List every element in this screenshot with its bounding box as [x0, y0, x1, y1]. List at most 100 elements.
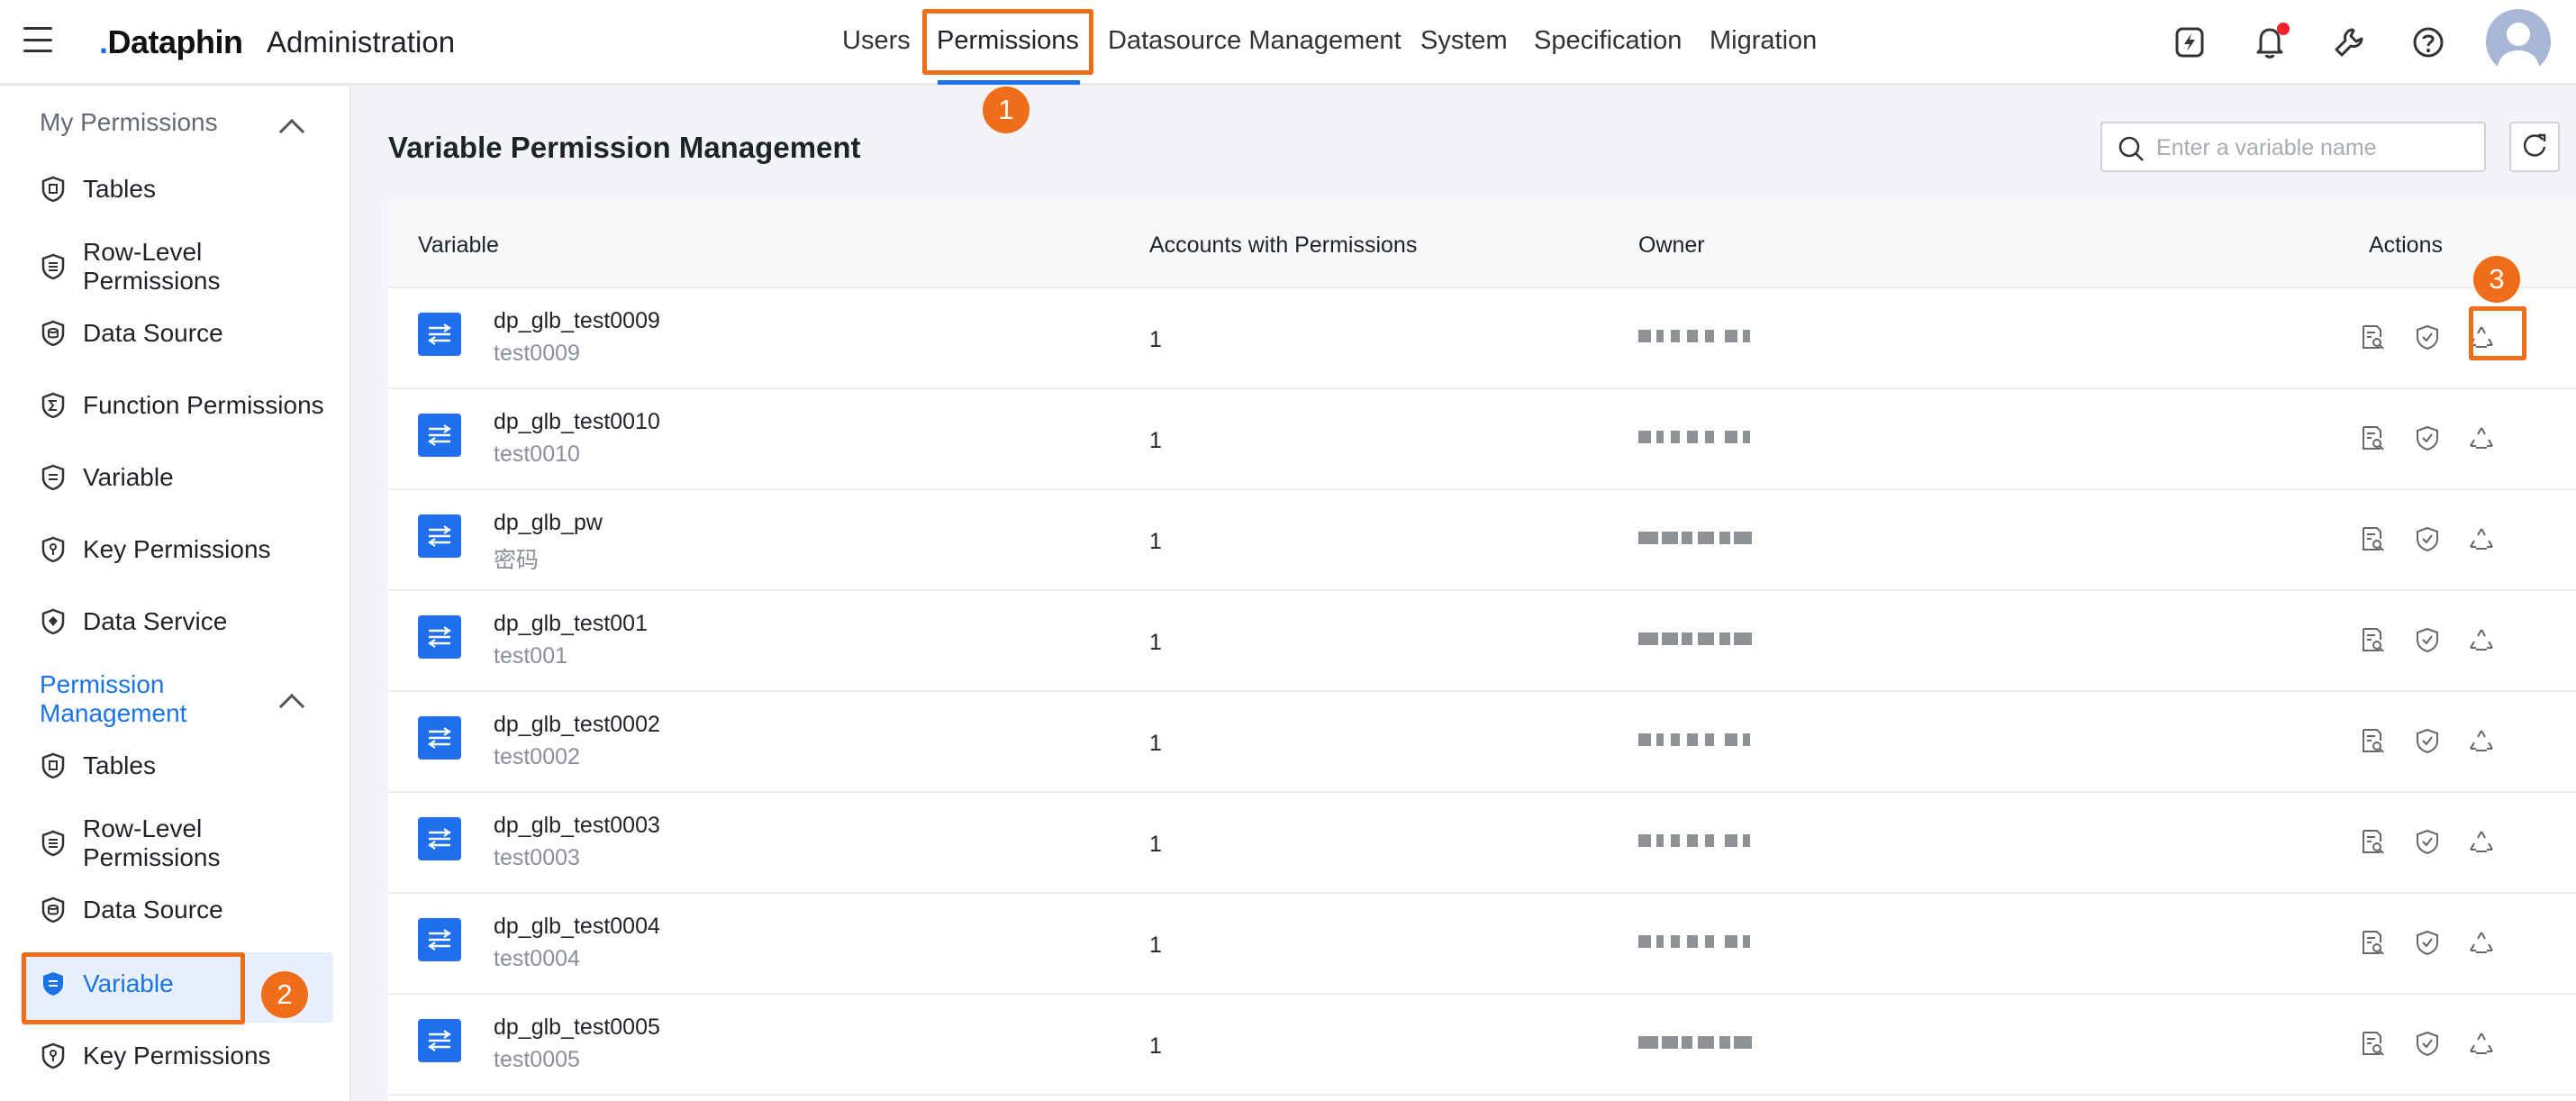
sidebar-item-row-level-permissions[interactable]: Row-Level Permissions — [40, 238, 263, 296]
sidebar-item-tables[interactable]: Tables — [40, 751, 156, 780]
owner-redacted — [1638, 526, 1754, 550]
view-details-icon[interactable] — [2356, 623, 2389, 656]
top-bar: .Dataphin Administration Users Permissio… — [0, 0, 2576, 85]
shield-icon — [40, 970, 67, 997]
shield-check-icon[interactable] — [2411, 926, 2444, 959]
variable-description: test0005 — [494, 1047, 580, 1072]
nav-users[interactable]: Users — [842, 26, 911, 56]
sidebar-item-label: Function Permissions — [83, 391, 324, 419]
sidebar-item-data-service[interactable]: Data Service — [40, 607, 227, 636]
variable-name[interactable]: dp_glb_pw — [494, 510, 603, 536]
refresh-button[interactable] — [2509, 122, 2560, 172]
table-row: dp_glb_test0002 test0002 1 — [388, 692, 2576, 793]
notification-dot — [2277, 23, 2290, 35]
sidebar-item-label: Data Source — [83, 319, 223, 347]
chevron-up-icon[interactable] — [278, 693, 305, 720]
sidebar-item-key-permissions[interactable]: Key Permissions — [40, 535, 271, 564]
view-details-icon[interactable] — [2356, 422, 2389, 454]
shield-icon — [40, 1042, 67, 1069]
shield-check-icon[interactable] — [2411, 422, 2444, 454]
owner-redacted — [1638, 425, 1754, 449]
view-details-icon[interactable] — [2356, 825, 2389, 858]
sidebar-group-my-permissions[interactable]: My Permissions — [40, 108, 218, 137]
chevron-up-icon[interactable] — [278, 118, 305, 145]
transfer-owner-icon[interactable] — [2465, 1027, 2498, 1060]
sidebar-item-label: Variable — [83, 969, 174, 997]
sidebar-item-label: Tables — [83, 175, 156, 203]
shield-check-icon[interactable] — [2411, 623, 2444, 656]
transfer-owner-icon[interactable] — [2465, 523, 2498, 555]
shield-check-icon[interactable] — [2411, 523, 2444, 555]
variable-icon — [418, 918, 461, 961]
owner-redacted — [1638, 728, 1754, 751]
variable-description: test0002 — [494, 744, 580, 769]
sidebar-item-key-permissions[interactable]: Key Permissions — [40, 1042, 271, 1070]
transfer-owner-icon[interactable] — [2465, 825, 2498, 858]
shield-icon — [40, 320, 67, 347]
sidebar-item-row-level-permissions[interactable]: Row-Level Permissions — [40, 814, 263, 872]
transfer-owner-icon[interactable] — [2465, 724, 2498, 757]
transfer-owner-icon[interactable] — [2465, 321, 2498, 353]
sidebar-group-permission-management[interactable]: Permission Management — [40, 670, 274, 728]
shield-check-icon[interactable] — [2411, 724, 2444, 757]
shield-check-icon[interactable] — [2411, 1027, 2444, 1060]
menu-icon[interactable] — [23, 27, 52, 52]
shield-check-icon[interactable] — [2411, 825, 2444, 858]
variable-name[interactable]: dp_glb_test0010 — [494, 409, 660, 435]
view-details-icon[interactable] — [2356, 321, 2389, 353]
accounts-count: 1 — [1149, 327, 1162, 352]
transfer-owner-icon[interactable] — [2465, 422, 2498, 454]
sidebar-item-tables[interactable]: Tables — [40, 175, 156, 204]
table-row: dp_glb_test001 test001 1 — [388, 591, 2576, 692]
owner-redacted — [1638, 930, 1754, 953]
shield-icon — [40, 830, 67, 857]
nav-datasource-management[interactable]: Datasource Management — [1108, 26, 1401, 56]
nav-permissions[interactable]: Permissions — [937, 26, 1079, 56]
view-details-icon[interactable] — [2356, 926, 2389, 959]
variable-name[interactable]: dp_glb_test0004 — [494, 914, 660, 940]
sidebar-item-label: Row-Level Permissions — [83, 238, 221, 295]
shield-icon — [40, 176, 67, 203]
sidebar-item-data-source[interactable]: Data Source — [40, 896, 223, 924]
variable-name[interactable]: dp_glb_test001 — [494, 611, 648, 637]
lightning-icon[interactable] — [2171, 23, 2209, 61]
search-icon — [2117, 134, 2145, 168]
page-title: Variable Permission Management — [388, 131, 861, 164]
variable-description: test0010 — [494, 441, 580, 467]
step-badge-2: 2 — [261, 971, 308, 1018]
transfer-owner-icon[interactable] — [2465, 926, 2498, 959]
wrench-icon[interactable] — [2330, 23, 2368, 61]
sidebar-item-variable[interactable]: Variable — [40, 463, 174, 492]
nav-active-indicator — [938, 80, 1080, 85]
shield-icon — [40, 752, 67, 779]
step-badge-3: 3 — [2473, 256, 2520, 303]
nav-specification[interactable]: Specification — [1534, 26, 1682, 56]
nav-migration[interactable]: Migration — [1710, 26, 1817, 56]
sidebar-item-label: Data Source — [83, 896, 223, 924]
sidebar-item-function-permissions[interactable]: Function Permissions — [40, 391, 324, 420]
variable-name[interactable]: dp_glb_test0009 — [494, 308, 660, 334]
variable-name[interactable]: dp_glb_test0005 — [494, 1015, 660, 1041]
variable-description: test001 — [494, 643, 568, 669]
variable-name[interactable]: dp_glb_test0003 — [494, 813, 660, 839]
view-details-icon[interactable] — [2356, 1027, 2389, 1060]
accounts-count: 1 — [1149, 1033, 1162, 1059]
shield-check-icon[interactable] — [2411, 321, 2444, 353]
help-icon[interactable] — [2409, 23, 2447, 61]
table-row: dp_glb_test0003 test0003 1 — [388, 793, 2576, 894]
variable-name[interactable]: dp_glb_test0002 — [494, 712, 660, 738]
avatar[interactable] — [2486, 9, 2551, 74]
view-details-icon[interactable] — [2356, 724, 2389, 757]
app-title: Administration — [267, 25, 456, 59]
search-input[interactable] — [2156, 131, 2472, 165]
owner-redacted — [1638, 627, 1754, 651]
sidebar-item-data-source[interactable]: Data Source — [40, 319, 223, 348]
accounts-count: 1 — [1149, 529, 1162, 554]
transfer-owner-icon[interactable] — [2465, 623, 2498, 656]
nav-system[interactable]: System — [1420, 26, 1508, 56]
table-row: dp_glb_test0004 test0004 1 — [388, 894, 2576, 995]
table-row: dp_glb_test0009 test0009 1 — [388, 288, 2576, 389]
sidebar-item-variable-active[interactable]: Variable — [40, 969, 174, 998]
variable-icon — [418, 313, 461, 356]
view-details-icon[interactable] — [2356, 523, 2389, 555]
